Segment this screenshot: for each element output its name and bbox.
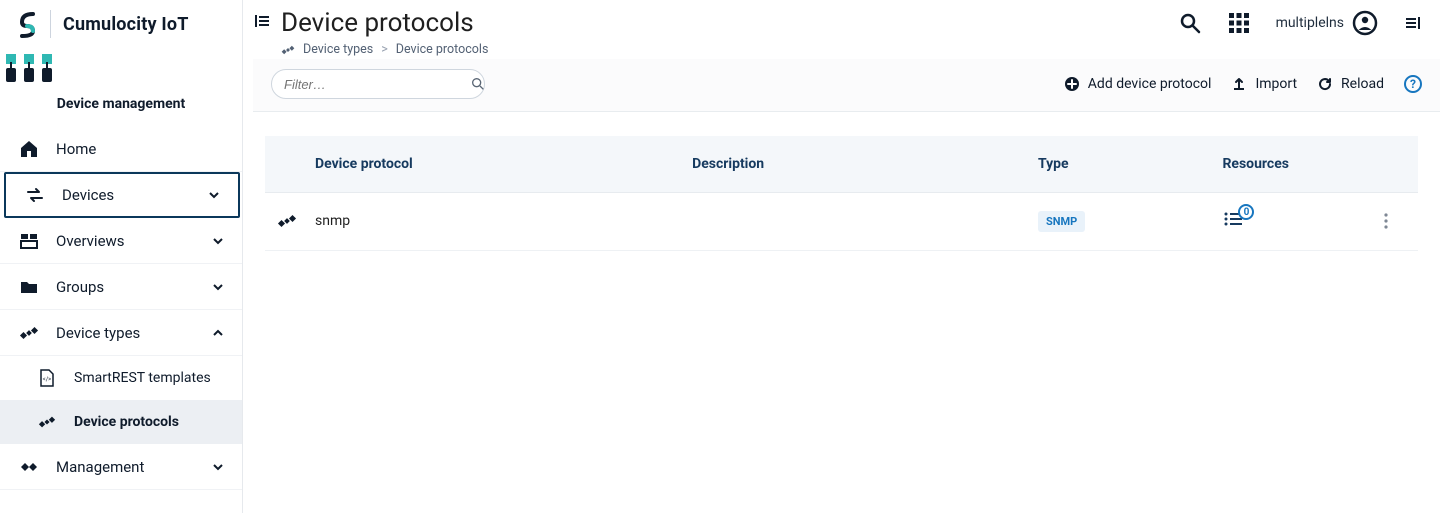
app-logo-icon xyxy=(0,44,242,90)
col-resources: Resources xyxy=(1210,136,1371,192)
title-wrap: Device protocols Device types > Device p… xyxy=(253,8,488,57)
action-label: Reload xyxy=(1341,76,1384,92)
resources-icon[interactable]: 0 xyxy=(1222,210,1244,228)
col-description: Description xyxy=(680,136,1026,192)
sidebar-item-management[interactable]: Management xyxy=(0,444,242,490)
help-icon[interactable]: ? xyxy=(1404,75,1422,93)
add-device-protocol-button[interactable]: Add device protocol xyxy=(1064,76,1212,92)
topbar: Device protocols Device types > Device p… xyxy=(243,0,1440,59)
brand-logo-icon xyxy=(16,10,38,38)
breadcrumb: Device types > Device protocols xyxy=(281,38,488,57)
top-actions: multiplelns xyxy=(1178,8,1422,36)
chevron-down-icon xyxy=(212,235,224,247)
app-name: Device management xyxy=(0,90,242,126)
search-icon xyxy=(470,76,486,92)
svg-text:</>: </> xyxy=(43,376,52,383)
action-links: Add device protocol Import Reload ? xyxy=(1064,75,1422,93)
right-panel-icon[interactable] xyxy=(253,12,271,30)
device-types-submenu: </> SmartREST templates Device protocols xyxy=(0,356,242,444)
sidebar-item-devices[interactable]: Devices xyxy=(4,172,240,218)
upload-icon xyxy=(1231,76,1247,92)
main: Device protocols Device types > Device p… xyxy=(243,0,1440,513)
protocols-table: Device protocol Description Type Resourc… xyxy=(265,136,1418,251)
user-avatar-icon xyxy=(1352,10,1378,36)
chevron-up-icon xyxy=(212,327,224,339)
folder-icon xyxy=(18,277,40,297)
breadcrumb-root[interactable]: Device types xyxy=(303,42,373,57)
chevron-down-icon xyxy=(212,461,224,473)
right-drawer-icon[interactable] xyxy=(1404,14,1422,32)
action-bar: Add device protocol Import Reload ? xyxy=(253,59,1440,112)
sidebar-item-smartrest-templates[interactable]: </> SmartREST templates xyxy=(0,356,242,400)
sidebar-item-device-types[interactable]: Device types xyxy=(0,310,242,356)
user-menu[interactable]: multiplelns xyxy=(1276,10,1378,36)
row-menu-icon[interactable] xyxy=(1384,213,1406,229)
dashboard-icon xyxy=(18,231,40,251)
table-row[interactable]: snmp SNMP 0 xyxy=(265,192,1418,250)
reload-button[interactable]: Reload xyxy=(1317,76,1384,92)
sidebar-item-label: SmartREST templates xyxy=(74,370,211,386)
brand-divider xyxy=(50,10,51,38)
swap-icon xyxy=(24,185,46,205)
nav: Home Devices Overviews xyxy=(0,126,242,490)
sidebar-item-label: Device protocols xyxy=(74,414,179,430)
resources-count: 0 xyxy=(1238,204,1254,220)
col-type: Type xyxy=(1026,136,1210,192)
filter-input[interactable] xyxy=(284,77,462,92)
breadcrumb-separator: > xyxy=(381,42,388,57)
sidebar-item-label: Device types xyxy=(56,324,140,342)
chevron-down-icon xyxy=(208,189,220,201)
sidebar-item-label: Overviews xyxy=(56,232,125,250)
sidebar-item-overviews[interactable]: Overviews xyxy=(0,218,242,264)
plus-circle-icon xyxy=(1064,76,1080,92)
sidebar-item-label: Management xyxy=(56,458,144,476)
sidebar-item-label: Home xyxy=(56,140,96,158)
handshake-icon xyxy=(18,457,40,477)
brand-row: Cumulocity IoT xyxy=(0,0,242,44)
import-button[interactable]: Import xyxy=(1231,76,1297,92)
breadcrumb-current: Device protocols xyxy=(396,42,489,57)
satellite-icon xyxy=(36,413,58,431)
home-icon xyxy=(18,139,40,159)
username-label: multiplelns xyxy=(1276,15,1344,31)
sidebar-item-label: Groups xyxy=(56,278,104,296)
action-label: Add device protocol xyxy=(1088,76,1212,92)
col-protocol: Device protocol xyxy=(265,136,680,192)
data-region: Device protocol Description Type Resourc… xyxy=(243,112,1440,251)
search-icon[interactable] xyxy=(1178,11,1202,35)
chevron-down-icon xyxy=(212,281,224,293)
satellite-icon xyxy=(18,323,40,343)
satellite-icon xyxy=(277,211,297,231)
page-title: Device protocols xyxy=(281,8,488,38)
sidebar-item-device-protocols[interactable]: Device protocols xyxy=(0,400,242,444)
sidebar-item-home[interactable]: Home xyxy=(0,126,242,172)
protocol-name: snmp xyxy=(315,213,350,229)
refresh-icon xyxy=(1317,76,1333,92)
action-label: Import xyxy=(1255,76,1297,92)
sidebar: Cumulocity IoT Device management Home xyxy=(0,0,243,513)
table-header-row: Device protocol Description Type Resourc… xyxy=(265,136,1418,192)
protocol-description xyxy=(680,192,1026,250)
apps-grid-icon[interactable] xyxy=(1228,12,1250,34)
sidebar-item-label: Devices xyxy=(62,186,114,204)
satellite-icon xyxy=(281,43,295,57)
sidebar-item-groups[interactable]: Groups xyxy=(0,264,242,310)
brand-name: Cumulocity IoT xyxy=(63,14,189,35)
type-badge: SNMP xyxy=(1038,211,1085,232)
filter-input-wrap[interactable] xyxy=(271,69,485,99)
file-code-icon: </> xyxy=(36,369,58,387)
